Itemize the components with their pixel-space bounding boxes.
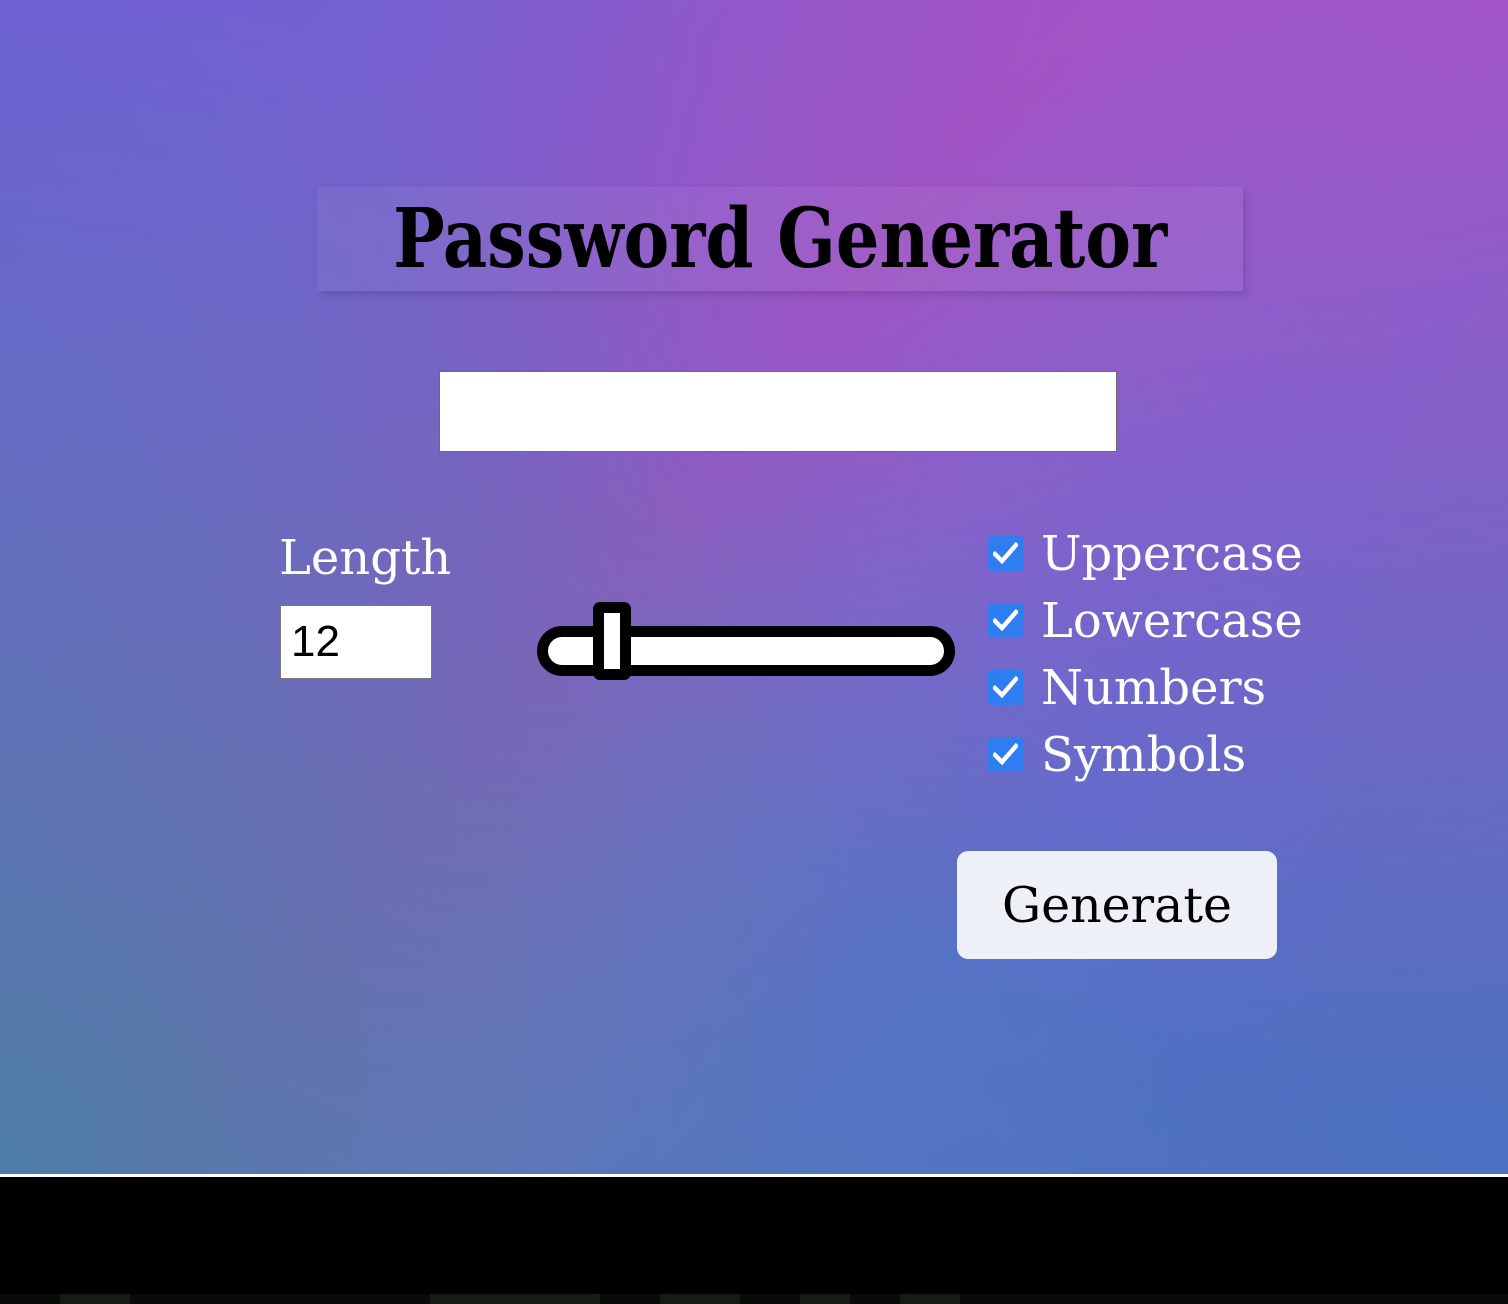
password-output-input[interactable] <box>439 371 1117 452</box>
option-label-lowercase: Lowercase <box>1041 592 1303 649</box>
page-title-container: Password Generator <box>317 187 1243 291</box>
bottom-edge-sliver <box>0 1294 1508 1304</box>
option-row-numbers[interactable]: Numbers <box>988 654 1303 721</box>
footer: GITHUB VAPORJAWN <box>0 1177 1508 1304</box>
option-row-lowercase[interactable]: Lowercase <box>988 587 1303 654</box>
option-label-numbers: Numbers <box>1041 659 1267 716</box>
length-slider[interactable] <box>537 602 955 680</box>
page-root: Password Generator Length Uppercase <box>0 0 1508 1304</box>
length-label: Length <box>279 530 452 586</box>
page-title: Password Generator <box>392 191 1168 287</box>
slider-thumb[interactable] <box>593 602 631 680</box>
option-row-symbols[interactable]: Symbols <box>988 721 1303 788</box>
checkbox-lowercase[interactable] <box>988 603 1023 638</box>
option-row-uppercase[interactable]: Uppercase <box>988 520 1303 587</box>
character-options-group: Uppercase Lowercase Numbers Symbols <box>988 520 1303 788</box>
checkmark-icon <box>993 542 1018 565</box>
generate-button[interactable]: Generate <box>957 851 1277 959</box>
checkbox-numbers[interactable] <box>988 670 1023 705</box>
checkmark-icon <box>993 743 1018 766</box>
option-label-uppercase: Uppercase <box>1041 525 1303 582</box>
checkbox-symbols[interactable] <box>988 737 1023 772</box>
checkmark-icon <box>993 676 1018 699</box>
length-number-input[interactable] <box>280 605 432 679</box>
checkbox-uppercase[interactable] <box>988 536 1023 571</box>
checkmark-icon <box>993 609 1018 632</box>
option-label-symbols: Symbols <box>1041 726 1247 783</box>
